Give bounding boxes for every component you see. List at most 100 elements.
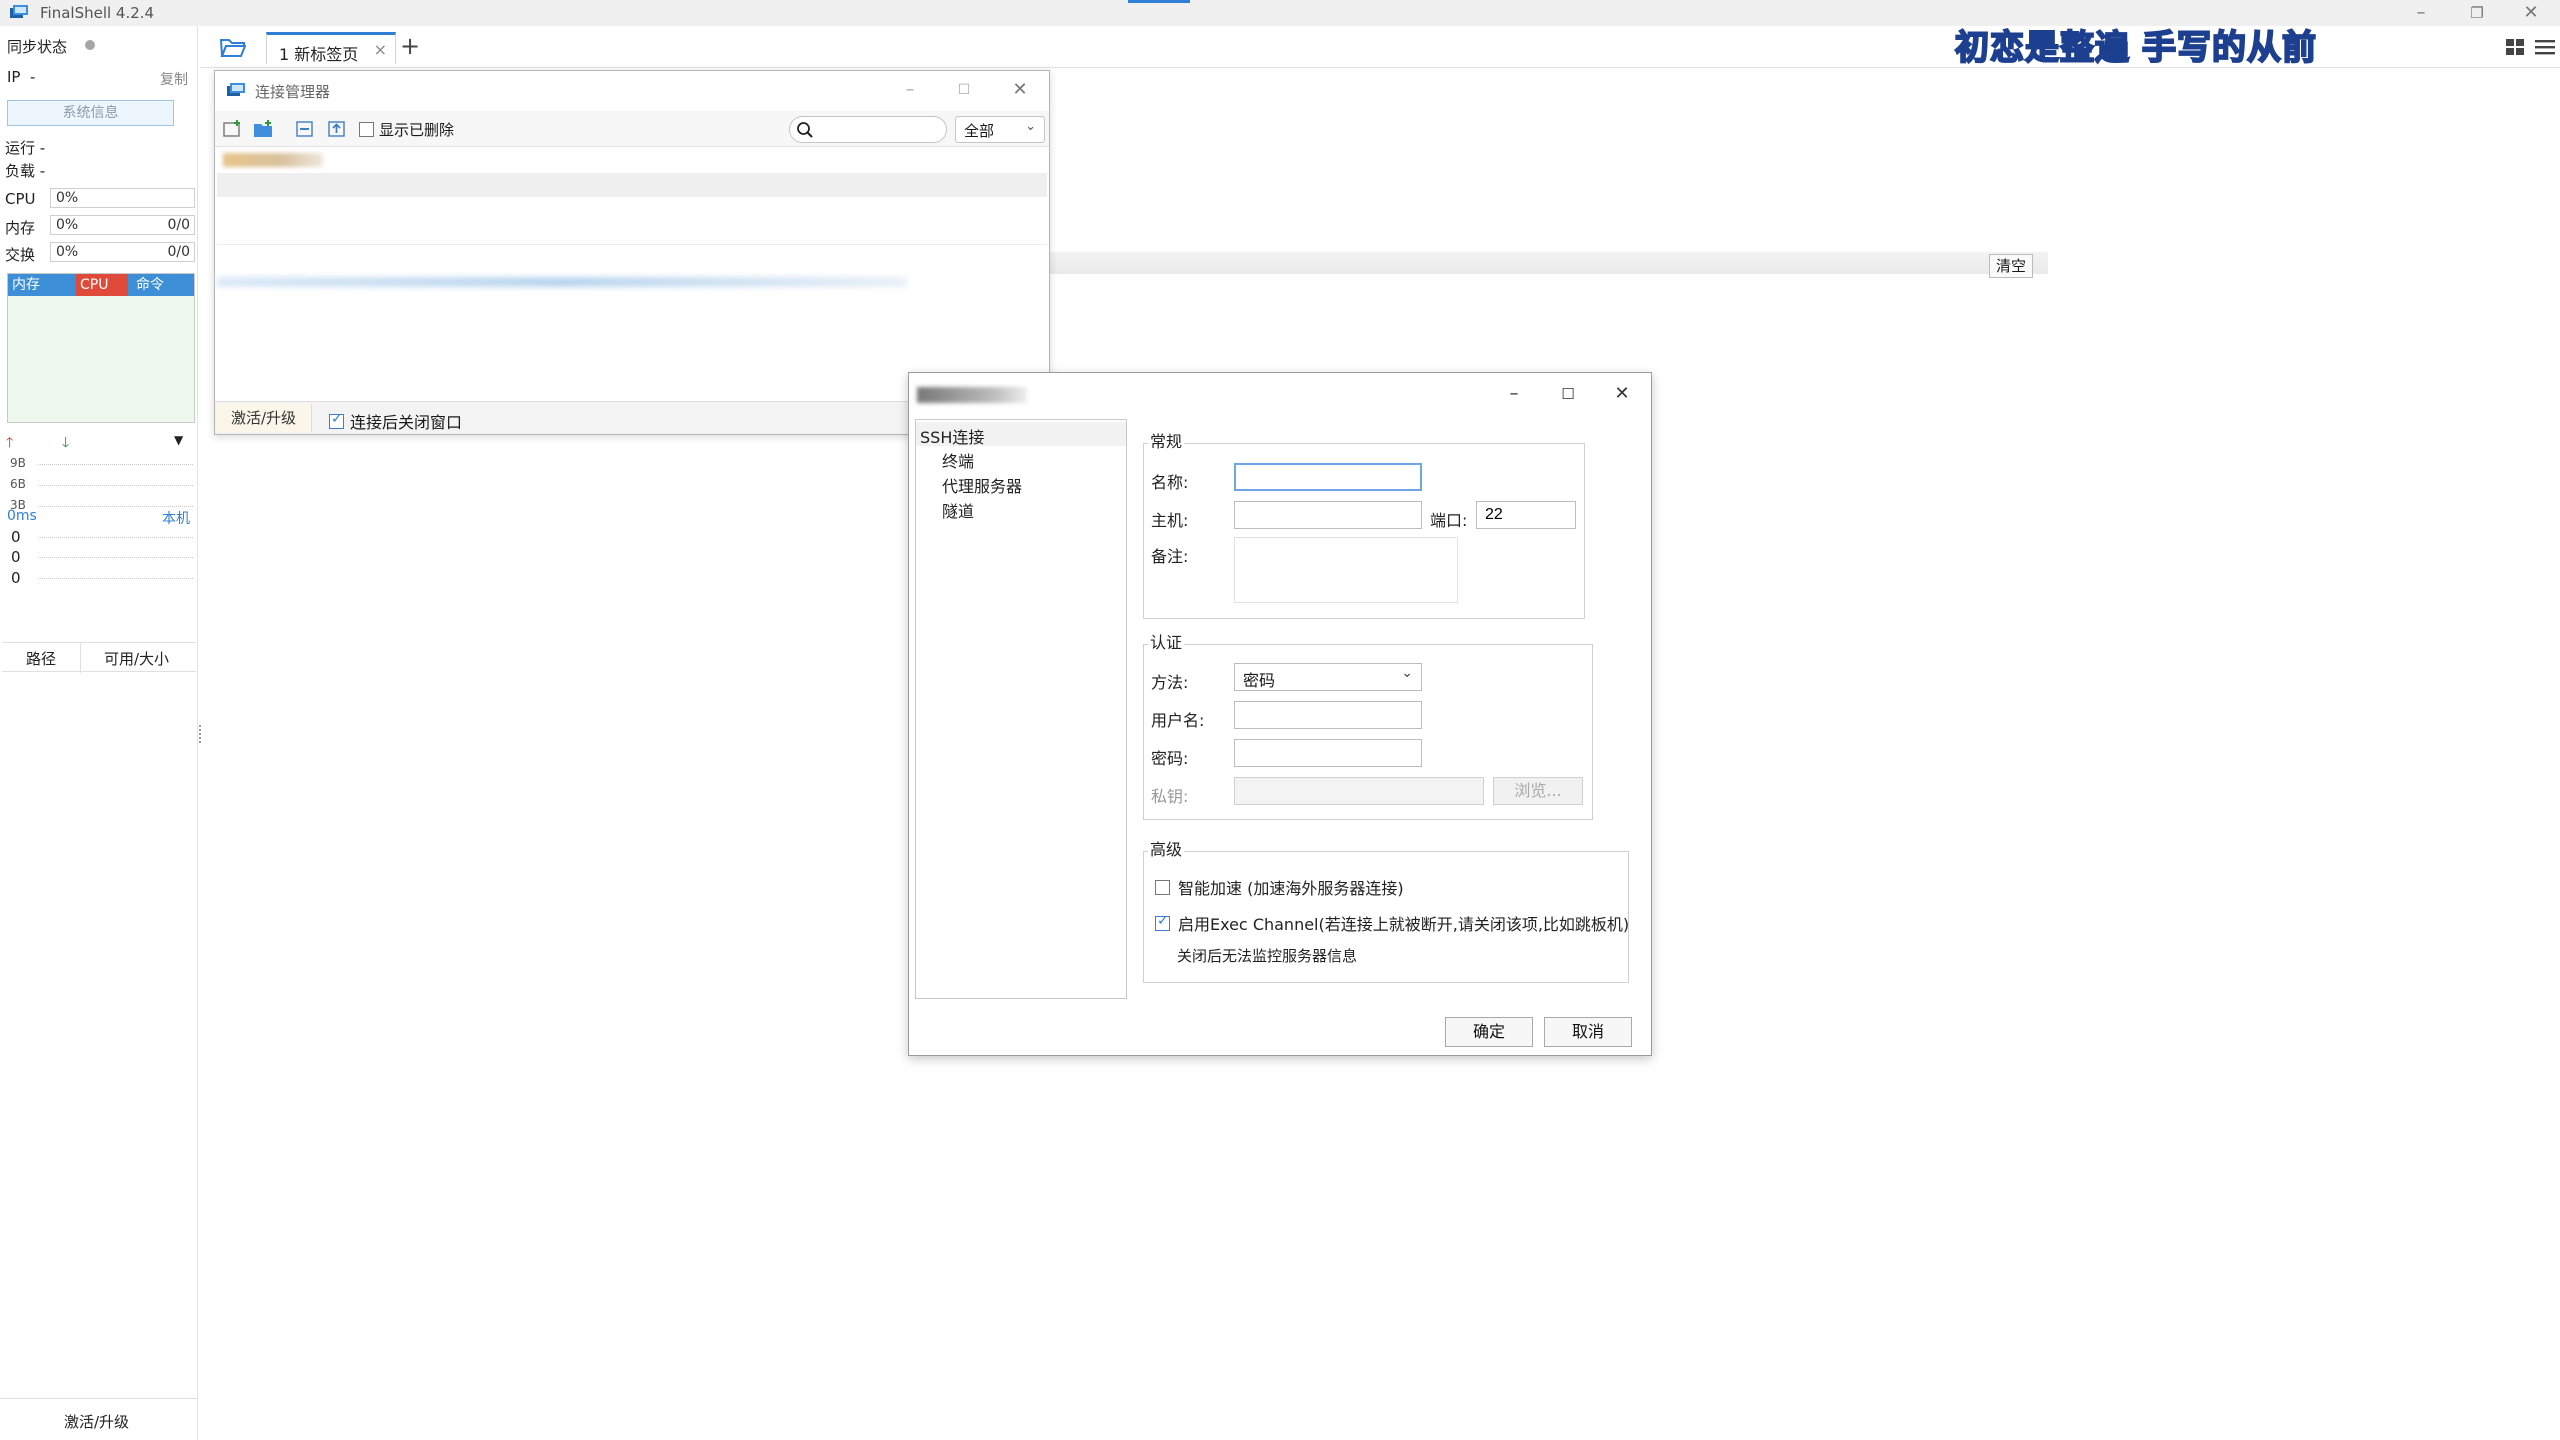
note-field[interactable] — [1234, 537, 1458, 603]
connection-list[interactable] — [217, 149, 1047, 274]
connection-filter-select[interactable]: 全部 ⌄ — [955, 116, 1045, 143]
upload-arrow-icon: 🡑 — [6, 435, 14, 451]
tab-close-icon[interactable]: × — [374, 40, 387, 59]
minimize-button[interactable]: – — [1503, 383, 1525, 405]
disk-col-free-size[interactable]: 可用/大小 — [104, 648, 169, 669]
net-gridline — [38, 506, 193, 507]
new-folder-icon[interactable] — [253, 120, 273, 138]
collapse-all-icon[interactable] — [295, 120, 315, 138]
load-label: 负载 - — [5, 162, 46, 180]
note-label: 备注: — [1151, 547, 1189, 566]
grid-layout-icon[interactable] — [2505, 38, 2525, 56]
process-tab-header: 内存 CPU 命令 — [8, 274, 194, 296]
panel-splitter-handle[interactable] — [199, 725, 202, 743]
tab-command[interactable]: 命令 — [132, 274, 192, 296]
username-field[interactable] — [1234, 701, 1422, 729]
session-tab-bar: 1 新标签页 × + 初恋是整遍 手写的从前 — [200, 26, 2560, 68]
smart-accel-checkbox[interactable]: 智能加速 (加速海外服务器连接) — [1155, 875, 1404, 899]
host-label: 主机: — [1151, 511, 1189, 530]
clear-button[interactable]: 清空 — [1989, 254, 2033, 278]
ok-button[interactable]: 确定 — [1445, 1017, 1533, 1047]
banner-phrase: 手写的从前 — [2141, 28, 2317, 68]
disk-table-header: 路径 可用/大小 — [2, 642, 196, 673]
activate-upgrade-link[interactable]: 激活/升级 — [64, 1411, 129, 1432]
minimize-button[interactable]: – — [899, 79, 921, 101]
tree-item-terminal[interactable]: 终端 — [942, 448, 974, 472]
swap-value: 0% — [56, 244, 79, 260]
system-info-button[interactable]: 系统信息 — [7, 100, 174, 126]
left-panel-footer: 激活/升级 — [0, 1398, 198, 1440]
list-item[interactable] — [217, 173, 1047, 197]
password-field[interactable] — [1234, 739, 1422, 767]
app-title: FinalShell 4.2.4 — [40, 4, 155, 22]
browse-key-button: 浏览... — [1493, 777, 1583, 805]
group-title: 常规 — [1148, 428, 1185, 452]
private-key-label: 私钥: — [1151, 787, 1189, 806]
latency-target[interactable]: 本机 — [162, 508, 190, 528]
tab-new-tab[interactable]: 1 新标签页 × — [266, 32, 396, 64]
close-after-connect-checkbox[interactable]: 连接后关闭窗口 — [329, 409, 462, 433]
copy-ip-button[interactable]: 复制 — [160, 69, 188, 89]
checkbox[interactable] — [329, 411, 344, 429]
auth-method-value: 密码 — [1243, 671, 1276, 690]
maximize-button[interactable]: ☐ — [1557, 383, 1579, 405]
maximize-button[interactable]: ☐ — [953, 79, 975, 101]
new-connection-icon[interactable] — [223, 120, 243, 138]
tree-item-proxy[interactable]: 代理服务器 — [942, 473, 1022, 497]
connection-manager-titlebar[interactable]: 连接管理器 – ☐ ✕ — [215, 71, 1049, 111]
import-icon[interactable] — [327, 120, 347, 138]
finalshell-logo-icon — [227, 83, 245, 96]
chevron-down-icon: ⌄ — [1401, 665, 1413, 681]
list-item[interactable] — [217, 197, 1047, 221]
exec-channel-checkbox[interactable]: 启用Exec Channel(若连接上就被断开,请关闭该项,比如跳板机) — [1155, 911, 1629, 935]
tree-item-ssh[interactable]: SSH连接 — [916, 422, 1126, 447]
tab-memory[interactable]: 内存 — [8, 274, 76, 296]
column-divider — [80, 643, 81, 673]
connection-search-input[interactable] — [789, 116, 947, 143]
latency-gridline — [38, 578, 193, 579]
connection-entry-redacted — [223, 153, 323, 167]
close-window-button[interactable]: ✕ — [1009, 79, 1031, 101]
auth-method-select[interactable]: 密码 ⌄ — [1234, 663, 1422, 691]
close-window-button[interactable]: ✕ — [2520, 2, 2542, 24]
show-deleted-checkbox[interactable]: 显示已删除 — [359, 119, 454, 140]
tree-item-tunnel[interactable]: 隧道 — [942, 498, 974, 522]
banner-text: 初恋是整遍 手写的从前 — [1954, 28, 2317, 68]
disk-col-path[interactable]: 路径 — [26, 648, 56, 669]
method-label: 方法: — [1151, 673, 1189, 692]
close-after-connect-label: 连接后关闭窗口 — [350, 413, 463, 432]
checkbox[interactable] — [1155, 879, 1170, 895]
minimize-button[interactable]: – — [2410, 2, 2432, 24]
net-gridline — [38, 485, 193, 486]
add-tab-button[interactable]: + — [400, 32, 420, 60]
swap-meter: 0% 0/0 — [50, 242, 195, 262]
port-field[interactable] — [1476, 501, 1576, 529]
cancel-button[interactable]: 取消 — [1544, 1017, 1632, 1047]
host-field[interactable] — [1234, 501, 1422, 529]
checkbox[interactable] — [359, 122, 374, 137]
cpu-label: CPU — [5, 190, 36, 208]
cpu-value: 0% — [56, 190, 79, 206]
restore-button[interactable]: ❐ — [2466, 2, 2488, 24]
list-item[interactable] — [217, 149, 1047, 173]
process-panel: 内存 CPU 命令 — [7, 273, 195, 423]
latency-row: 0 — [11, 569, 21, 587]
show-deleted-label: 显示已删除 — [379, 121, 455, 139]
checkbox[interactable] — [1155, 913, 1170, 931]
password-label: 密码: — [1151, 749, 1189, 768]
dialog-titlebar[interactable]: – ☐ ✕ — [909, 373, 1651, 415]
banner-phrase: 初恋是整遍 — [1954, 28, 2130, 68]
folder-open-icon[interactable] — [220, 36, 246, 58]
connection-manager-title: 连接管理器 — [255, 83, 331, 101]
swap-label: 交换 — [5, 246, 36, 264]
blurred-row — [217, 277, 907, 287]
network-interface-dropdown[interactable]: ▼ — [174, 433, 183, 447]
name-field[interactable] — [1234, 463, 1422, 491]
tab-cpu[interactable]: CPU — [76, 274, 128, 296]
new-connection-dialog: – ☐ ✕ SSH连接 终端 代理服务器 隧道 常规 名称: 主机: 端口: 备… — [908, 372, 1652, 1056]
connection-settings-tree: SSH连接 终端 代理服务器 隧道 — [915, 419, 1127, 999]
close-dialog-button[interactable]: ✕ — [1611, 383, 1633, 405]
hamburger-menu-icon[interactable] — [2534, 37, 2556, 57]
list-item[interactable] — [217, 221, 1047, 245]
activate-upgrade-button[interactable]: 激活/升级 — [216, 404, 312, 432]
